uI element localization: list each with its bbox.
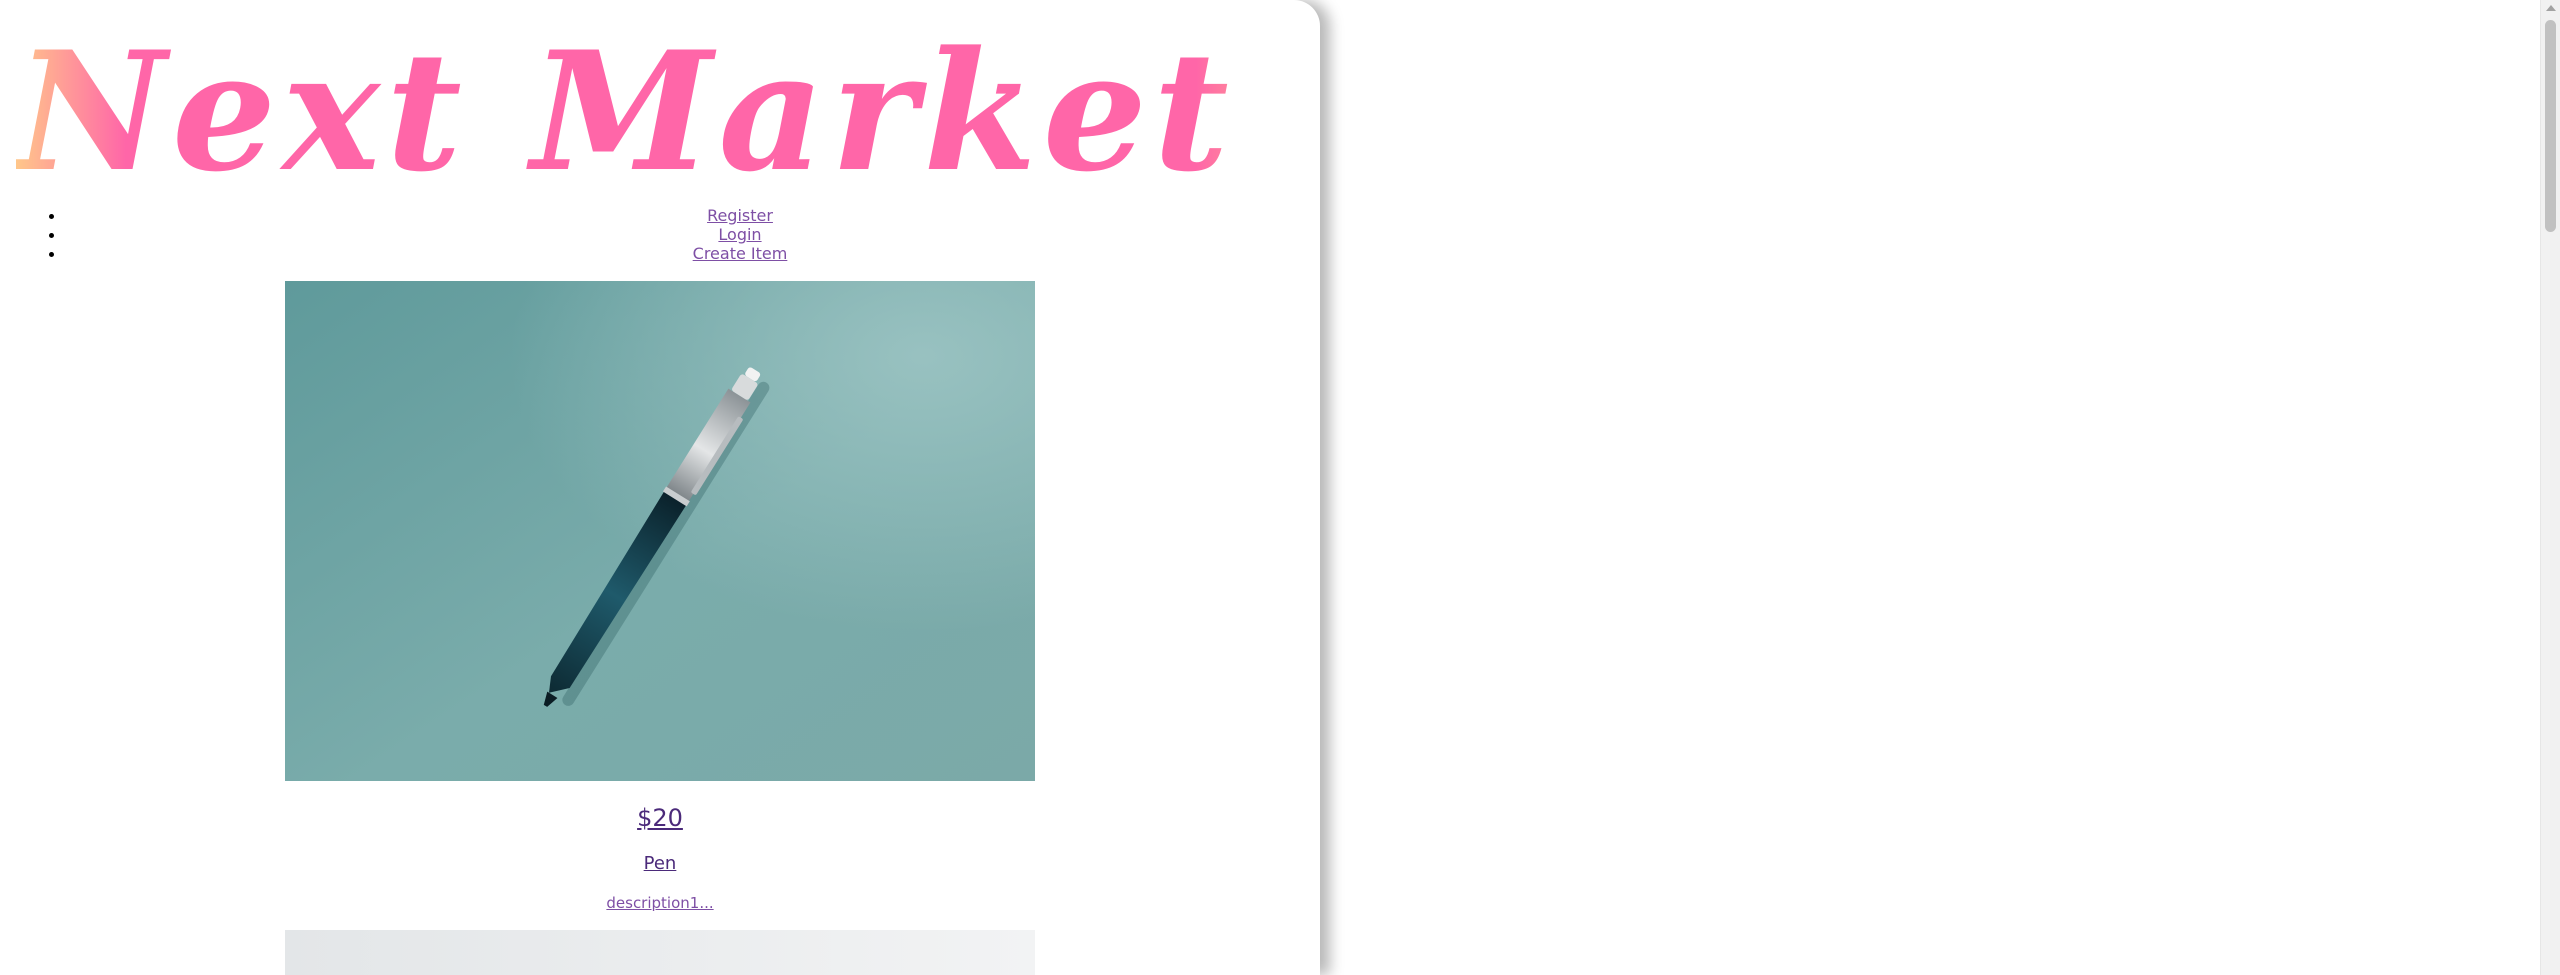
item-price[interactable]: $20 — [285, 803, 1035, 833]
page: Next Market Register Login Create Item $… — [0, 0, 2560, 975]
pen-product-image[interactable] — [285, 281, 1035, 781]
nav-menu: Register Login Create Item — [0, 206, 1320, 263]
nav-item-register: Register — [49, 206, 1320, 225]
partially-visible-photo — [285, 930, 1035, 975]
next-product-image[interactable] — [285, 930, 1035, 975]
register-link[interactable]: Register — [707, 206, 773, 225]
scrollbar-thumb[interactable] — [2545, 20, 2556, 232]
pen-photo — [285, 281, 1035, 781]
main-panel: Next Market Register Login Create Item $… — [0, 0, 1320, 975]
login-link[interactable]: Login — [718, 225, 761, 244]
create-item-link[interactable]: Create Item — [693, 244, 788, 263]
item-description[interactable]: description1... — [285, 893, 1035, 913]
site-logo-title[interactable]: Next Market — [16, 22, 1320, 202]
nav-item-create-item: Create Item — [49, 244, 1320, 263]
nav-item-login: Login — [49, 225, 1320, 244]
scroll-up-arrow-icon[interactable] — [2546, 5, 2556, 11]
item-name[interactable]: Pen — [285, 852, 1035, 876]
vertical-scrollbar[interactable] — [2540, 0, 2560, 975]
